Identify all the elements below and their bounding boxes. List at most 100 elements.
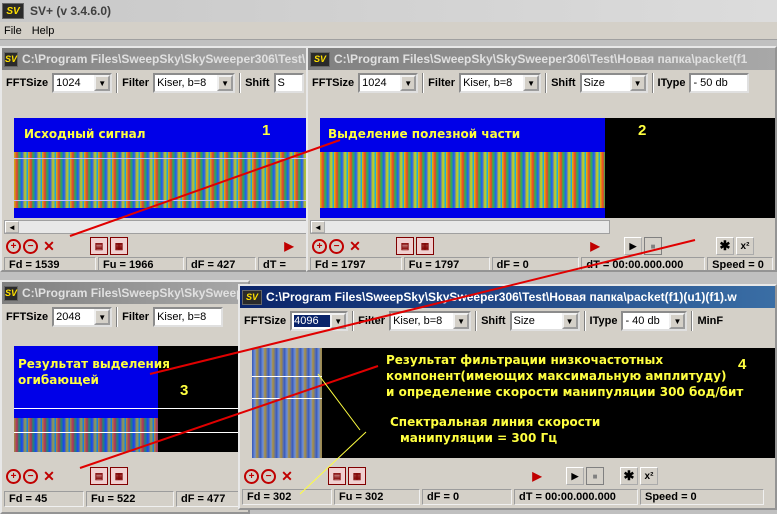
annotation-4b-line: Спектральная линия скорости xyxy=(390,415,601,429)
filter-value: Kiser, b=8 xyxy=(157,77,207,89)
filter-select[interactable]: Kiser, b=8 ▼ xyxy=(153,73,236,93)
asterisk-icon[interactable]: ✱ xyxy=(620,467,638,485)
window-3-title-bar[interactable]: SV C:\Program Files\SweepSky\SkySweeper3… xyxy=(2,282,248,304)
toolbar-separator xyxy=(422,73,425,93)
chevron-down-icon: ▼ xyxy=(94,309,111,325)
fftsize-value: 2048 xyxy=(56,311,81,323)
itype-select[interactable]: - 50 db xyxy=(689,73,750,93)
fu-value: Fu = 1966 xyxy=(98,257,184,270)
zoom-reset-icon[interactable]: ✕ xyxy=(40,237,58,255)
spectrogram-3[interactable]: Результат выделения огибающей 3 xyxy=(14,346,248,452)
annotation-3-line: огибающей xyxy=(18,373,99,387)
zoom-out-icon[interactable]: − xyxy=(329,238,344,254)
x-squared-icon[interactable]: x² xyxy=(640,467,658,485)
window-1-statusbar: Fd = 1539 Fu = 1966 dF = 427 dT = xyxy=(4,256,316,270)
window-4-title: C:\Program Files\SweepSky\SkySweeper306\… xyxy=(266,290,737,304)
zoom-in-icon[interactable]: + xyxy=(312,238,327,254)
shift-label: Shift xyxy=(551,77,576,89)
minf-label: MinF xyxy=(697,315,724,327)
window-3-title: C:\Program Files\SweepSky\SkySweeper306 xyxy=(22,286,248,300)
toolbar-separator xyxy=(239,73,242,93)
itype-select[interactable]: - 40 db ▼ xyxy=(621,311,688,331)
fftsize-select[interactable]: 2048 ▼ xyxy=(52,307,113,327)
histogram-icon[interactable]: ▦ xyxy=(348,467,366,485)
signal-band xyxy=(252,348,322,458)
fu-value: Fu = 1797 xyxy=(403,257,490,270)
window-4: SV C:\Program Files\SweepSky\SkySweeper3… xyxy=(238,284,777,510)
window-4-toolbar: FFTSize 4096 ▼ Filter Kiser, b=8 ▼ Shift S… xyxy=(240,308,775,334)
window-3-buttons: + − ✕ ▤ ▦ xyxy=(6,466,246,486)
chevron-down-icon: ▼ xyxy=(561,313,578,329)
stop-icon[interactable]: ■ xyxy=(586,467,604,485)
zoom-reset-icon[interactable]: ✕ xyxy=(278,467,296,485)
fftsize-select[interactable]: 1024 ▼ xyxy=(358,73,419,93)
window-1-title-bar[interactable]: SV C:\Program Files\SweepSky\SkySweeper3… xyxy=(2,48,316,70)
histogram-icon[interactable]: ▤ xyxy=(396,237,414,255)
spectrogram-2[interactable]: Выделение полезной части 2 xyxy=(320,118,775,218)
menu-file[interactable]: File xyxy=(4,25,22,37)
play-button-icon[interactable]: ▶ xyxy=(566,467,584,485)
filter-value: Kiser, b=8 xyxy=(393,315,443,327)
asterisk-icon[interactable]: ✱ xyxy=(716,237,734,255)
fftsize-value: 1024 xyxy=(56,77,81,89)
dt-value: dT = 00:00.000.000 xyxy=(514,489,638,505)
histogram-icon[interactable]: ▦ xyxy=(416,237,434,255)
filter-label: Filter xyxy=(122,77,150,89)
filter-select[interactable]: Kiser, b=8 ▼ xyxy=(389,311,472,331)
zoom-reset-icon[interactable]: ✕ xyxy=(346,237,364,255)
spectrogram-4[interactable]: Результат фильтрации низкочастотных комп… xyxy=(252,348,775,458)
fftsize-value: 1024 xyxy=(362,77,387,89)
play-icon[interactable]: ▶ xyxy=(280,237,298,255)
speed-value: Speed = 0 xyxy=(707,257,773,270)
play-icon[interactable]: ▶ xyxy=(528,467,546,485)
fftsize-select[interactable]: 4096 ▼ xyxy=(290,311,349,331)
zoom-reset-icon[interactable]: ✕ xyxy=(40,467,58,485)
x-squared-icon[interactable]: x² xyxy=(736,237,754,255)
window-4-statusbar: Fd = 302 Fu = 302 dF = 0 dT = 00:00.000.… xyxy=(242,488,775,506)
fftsize-select[interactable]: 1024 ▼ xyxy=(52,73,113,93)
filter-select[interactable]: Kiser, b=8 ▼ xyxy=(459,73,542,93)
fu-value: Fu = 522 xyxy=(86,491,174,507)
shift-select[interactable]: S xyxy=(273,73,304,93)
zoom-out-icon[interactable]: − xyxy=(23,238,38,254)
window-2-buttons: + − ✕ ▤ ▦ ▶ ▶ ■ ✱ x² xyxy=(312,236,772,256)
histogram-icon[interactable]: ▦ xyxy=(110,467,128,485)
zoom-out-icon[interactable]: − xyxy=(261,468,276,484)
app-title: SV+ (v 3.4.6.0) xyxy=(30,4,112,18)
shift-select[interactable]: Size ▼ xyxy=(579,73,648,93)
zoom-out-icon[interactable]: − xyxy=(23,468,38,484)
menu-help[interactable]: Help xyxy=(32,25,55,37)
scroll-left-icon[interactable]: ◄ xyxy=(5,221,19,233)
filter-select[interactable]: Kiser, b=8 xyxy=(153,307,224,327)
annotation-4: Результат фильтрации низкочастотных комп… xyxy=(386,352,743,400)
stop-icon[interactable]: ■ xyxy=(644,237,662,255)
horizontal-scrollbar[interactable]: ◄ xyxy=(4,220,316,234)
fu-value: Fu = 302 xyxy=(334,489,420,505)
shift-select[interactable]: Size ▼ xyxy=(509,311,580,331)
horizontal-scrollbar[interactable]: ◄ xyxy=(310,220,610,234)
chevron-down-icon: ▼ xyxy=(217,75,234,91)
window-2-title: C:\Program Files\SweepSky\SkySweeper306\… xyxy=(334,52,748,66)
histogram-icon[interactable]: ▤ xyxy=(90,467,108,485)
window-3: SV C:\Program Files\SweepSky\SkySweeper3… xyxy=(0,280,250,514)
toolbar-separator xyxy=(116,307,119,327)
itype-value: - 40 db xyxy=(625,315,660,327)
zoom-in-icon[interactable]: + xyxy=(244,468,259,484)
zoom-in-icon[interactable]: + xyxy=(6,468,21,484)
window-4-buttons: + − ✕ ▤ ▦ ▶ ▶ ■ ✱ x² xyxy=(244,466,774,486)
histogram-icon[interactable]: ▤ xyxy=(328,467,346,485)
zoom-in-icon[interactable]: + xyxy=(6,238,21,254)
annotation-4-line: и определение скорости манипуляции 300 б… xyxy=(386,385,744,399)
play-button-icon[interactable]: ▶ xyxy=(624,237,642,255)
toolbar-separator xyxy=(691,311,694,331)
window-4-title-bar[interactable]: SV C:\Program Files\SweepSky\SkySweeper3… xyxy=(240,286,775,308)
scroll-left-icon[interactable]: ◄ xyxy=(311,221,325,233)
window-2-title-bar[interactable]: SV C:\Program Files\SweepSky\SkySweeper3… xyxy=(308,48,775,70)
spectrogram-1[interactable]: Исходный сигнал 1 xyxy=(14,118,316,218)
play-icon[interactable]: ▶ xyxy=(586,237,604,255)
filter-label: Filter xyxy=(122,311,150,323)
shift-value: S xyxy=(277,77,285,89)
panel-number-1: 1 xyxy=(262,122,271,139)
histogram-icon[interactable]: ▦ xyxy=(110,237,128,255)
histogram-icon[interactable]: ▤ xyxy=(90,237,108,255)
